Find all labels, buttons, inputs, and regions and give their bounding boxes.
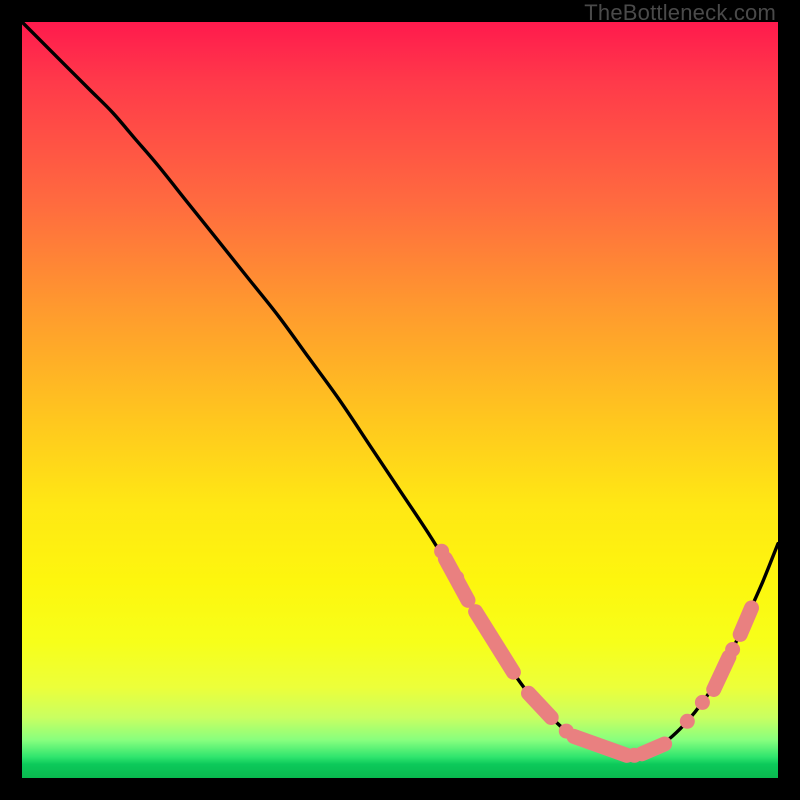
plot-frame: [22, 22, 778, 778]
marker-seg-c: [529, 693, 552, 717]
marker-seg-f: [714, 657, 729, 690]
marker-seg-g: [740, 608, 751, 635]
marker-seg-d: [574, 736, 627, 755]
marker-seg-a: [445, 559, 468, 601]
marker-pt-i: [680, 714, 695, 729]
plot-svg: [22, 22, 778, 778]
bottleneck-curve: [22, 22, 778, 755]
marker-seg-e: [642, 744, 665, 754]
marker-pt-j: [695, 695, 710, 710]
markers-group: [434, 544, 751, 763]
marker-seg-b: [476, 612, 514, 673]
